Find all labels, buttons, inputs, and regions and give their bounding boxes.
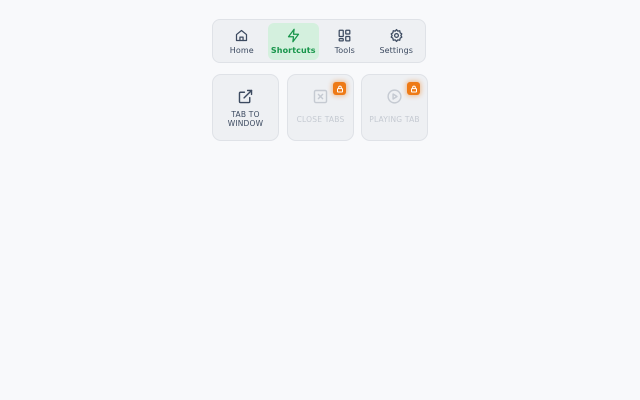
tab-home-label: Home (229, 45, 254, 55)
tab-tools-label: Tools (334, 45, 355, 55)
tab-tools[interactable]: Tools (319, 23, 371, 60)
shortcut-grid: TAB TO WINDOW CLOSE TABS PLAYING TAB (212, 74, 428, 142)
lightning-icon (287, 28, 299, 42)
tab-shortcuts[interactable]: Shortcuts (267, 22, 319, 60)
gear-icon (390, 28, 403, 42)
tab-settings-label: Settings (379, 45, 414, 55)
shortcut-close-tabs[interactable]: CLOSE TABS (287, 74, 354, 141)
shortcut-label: TAB TO WINDOW (227, 110, 264, 128)
popup: Home Shortcuts Tools Settings TAB TO WIN… (0, 0, 640, 400)
shortcut-tab-to-window[interactable]: TAB TO WINDOW (212, 74, 279, 141)
tab-settings[interactable]: Settings (371, 23, 423, 60)
lock-icon (336, 85, 343, 92)
play-circle-icon (387, 89, 402, 104)
close-box-icon (313, 89, 328, 104)
external-link-icon (238, 89, 253, 104)
grid-icon (338, 29, 351, 41)
lock-icon (410, 85, 417, 92)
nav-bar: Home Shortcuts Tools Settings (212, 19, 426, 63)
shortcut-label: PLAYING TAB (369, 115, 420, 124)
shortcut-playing-tab[interactable]: PLAYING TAB (361, 74, 428, 141)
shortcut-label: CLOSE TABS (296, 115, 345, 124)
lock-badge (407, 82, 420, 95)
tab-home[interactable]: Home (216, 23, 268, 60)
lock-badge (333, 82, 346, 95)
home-icon (236, 29, 248, 41)
tab-shortcuts-label: Shortcuts (270, 45, 316, 55)
